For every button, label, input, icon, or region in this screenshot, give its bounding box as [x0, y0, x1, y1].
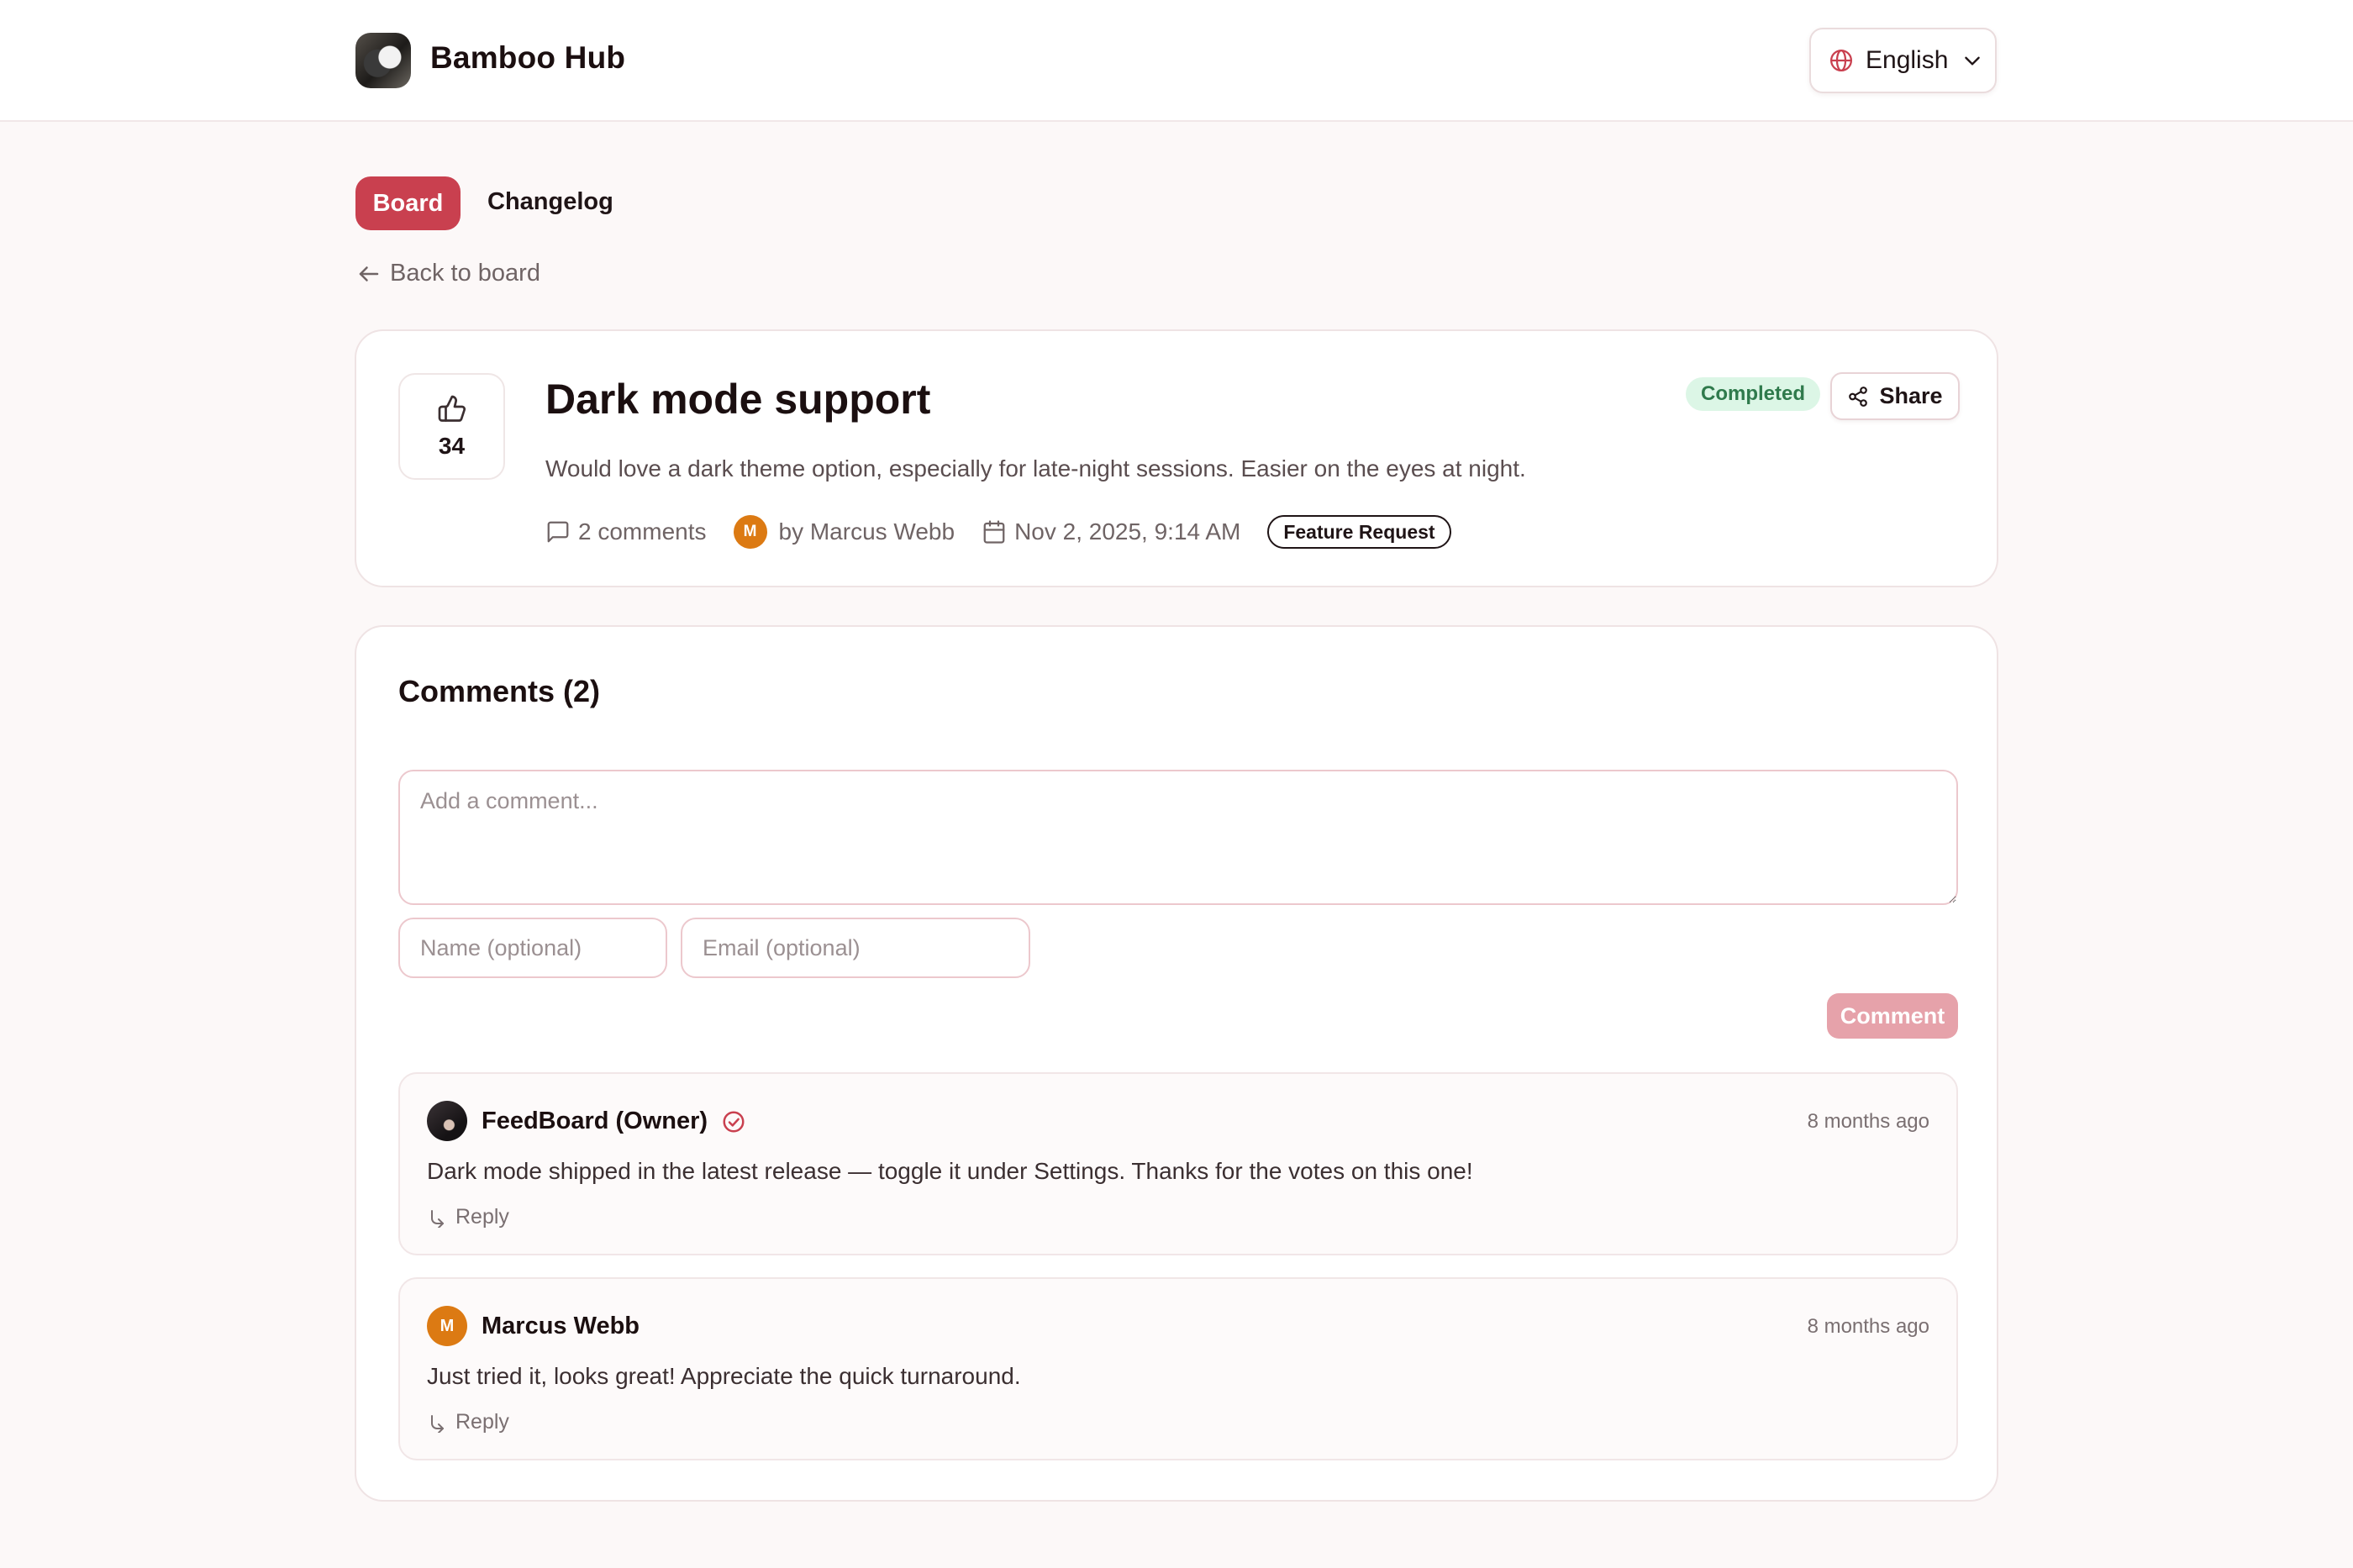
avatar — [427, 1101, 467, 1141]
comment-submit-button[interactable]: Comment — [1827, 993, 1958, 1039]
language-label: English — [1866, 46, 1949, 74]
avatar: M — [733, 515, 767, 549]
comment-textarea[interactable] — [398, 770, 1958, 905]
comment-author-name: Marcus Webb — [482, 1313, 640, 1339]
post-date-label: Nov 2, 2025, 9:14 AM — [1014, 518, 1241, 545]
share-button[interactable]: Share — [1830, 372, 1960, 420]
post-description: Would love a dark theme option, especial… — [545, 455, 1526, 481]
comment-author-name: FeedBoard (Owner) — [482, 1108, 708, 1134]
post-date: Nov 2, 2025, 9:14 AM — [982, 518, 1240, 545]
post-author: M by Marcus Webb — [733, 515, 955, 549]
comment-count: 2 comments — [545, 518, 707, 545]
post-card: 34 Dark mode support Completed Share Wou… — [355, 329, 1998, 587]
category-badge[interactable]: Feature Request — [1267, 515, 1451, 549]
tab-changelog[interactable]: Changelog — [487, 188, 613, 216]
check-circle-icon — [723, 1111, 745, 1132]
post-title: Dark mode support — [545, 376, 931, 423]
post-meta: 2 comments M by Marcus Webb Nov 2, 2025,… — [545, 513, 1451, 550]
comment-body: Dark mode shipped in the latest release … — [427, 1158, 1473, 1184]
back-link-label: Back to board — [390, 260, 540, 287]
comment-author: Marcus Webb — [482, 1313, 640, 1340]
share-icon — [1849, 386, 1868, 407]
name-input[interactable] — [398, 918, 667, 978]
comments-title: Comments (2) — [398, 674, 601, 708]
comment-item: FeedBoard (Owner) 8 months ago Dark mode… — [398, 1072, 1958, 1255]
comment-time: 8 months ago — [1807, 1315, 1929, 1338]
thumbs-up-icon — [438, 395, 466, 422]
reply-button[interactable]: Reply — [427, 1205, 509, 1229]
post-author-label: by Marcus Webb — [778, 518, 955, 545]
language-selector[interactable]: English — [1809, 28, 1997, 93]
back-to-board-link[interactable]: Back to board — [356, 260, 540, 287]
email-input[interactable] — [681, 918, 1030, 978]
top-header: Bamboo Hub English — [0, 0, 2353, 122]
chevron-down-icon — [1965, 56, 1981, 66]
upvote-button[interactable]: 34 — [398, 373, 505, 480]
tab-board[interactable]: Board — [355, 176, 461, 230]
globe-icon — [1830, 50, 1852, 71]
corner-down-right-icon — [431, 1414, 444, 1433]
reply-button[interactable]: Reply — [427, 1410, 509, 1434]
comments-card: Comments (2) Comment FeedBoard (Owner) 8… — [355, 625, 1998, 1502]
reply-label: Reply — [455, 1205, 509, 1229]
comment-body: Just tried it, looks great! Appreciate t… — [427, 1363, 1021, 1389]
message-square-icon — [547, 521, 569, 543]
reply-label: Reply — [455, 1410, 509, 1434]
avatar: M — [427, 1306, 467, 1346]
comment-count-label: 2 comments — [578, 518, 707, 545]
vote-count: 34 — [438, 432, 466, 459]
brand-name[interactable]: Bamboo Hub — [430, 40, 625, 76]
calendar-icon — [983, 520, 1005, 544]
comment-author: FeedBoard (Owner) — [482, 1108, 746, 1135]
arrow-left-icon — [359, 266, 379, 282]
comment-item: M Marcus Webb 8 months ago Just tried it… — [398, 1277, 1958, 1460]
comment-time: 8 months ago — [1807, 1110, 1929, 1133]
status-badge: Completed — [1686, 377, 1821, 411]
corner-down-right-icon — [431, 1209, 444, 1228]
share-label: Share — [1879, 383, 1943, 408]
brand-logo[interactable] — [355, 33, 411, 88]
